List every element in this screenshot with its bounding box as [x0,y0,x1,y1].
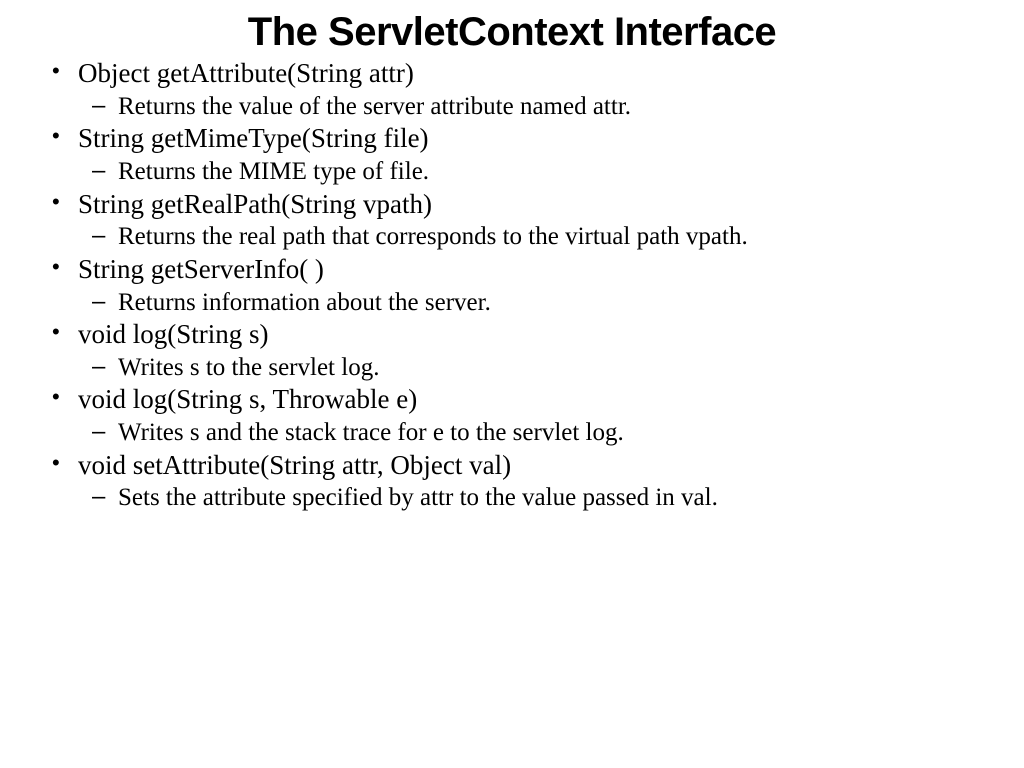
list-item: String getServerInfo( ) Returns informat… [40,253,984,317]
list-item: String getMimeType(String file) Returns … [40,122,984,186]
list-item: Object getAttribute(String attr) Returns… [40,57,984,121]
list-item: void setAttribute(String attr, Object va… [40,449,984,513]
method-signature: String getServerInfo( ) [78,254,324,284]
method-signature: void setAttribute(String attr, Object va… [78,450,511,480]
method-signature: String getRealPath(String vpath) [78,189,432,219]
method-list: Object getAttribute(String attr) Returns… [40,57,984,513]
method-signature: void log(String s) [78,319,269,349]
list-item: String getRealPath(String vpath) Returns… [40,188,984,252]
method-signature: void log(String s, Throwable e) [78,384,417,414]
method-description: Writes s and the stack trace for e to th… [78,418,984,448]
method-description: Returns the real path that corresponds t… [78,222,984,252]
slide-title: The ServletContext Interface [40,10,984,55]
method-description: Returns the MIME type of file. [78,157,984,187]
method-signature: String getMimeType(String file) [78,123,429,153]
method-description: Sets the attribute specified by attr to … [78,483,984,513]
list-item: void log(String s, Throwable e) Writes s… [40,383,984,447]
method-description: Returns information about the server. [78,288,984,318]
method-signature: Object getAttribute(String attr) [78,58,414,88]
method-description: Returns the value of the server attribut… [78,92,984,122]
method-description: Writes s to the servlet log. [78,353,984,383]
list-item: void log(String s) Writes s to the servl… [40,318,984,382]
